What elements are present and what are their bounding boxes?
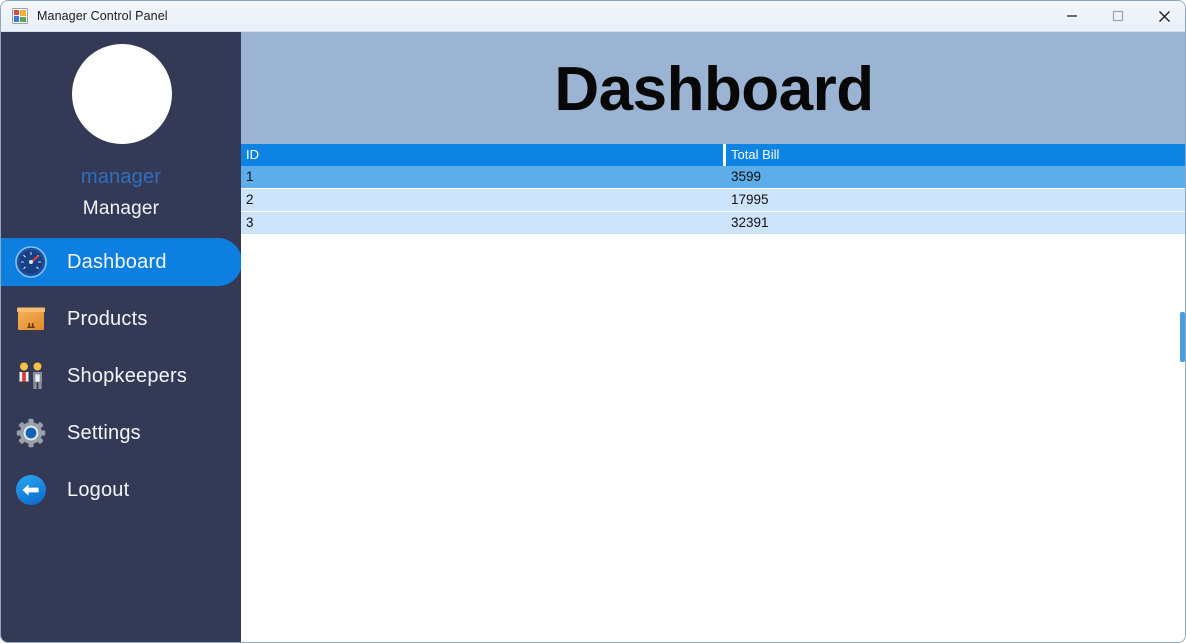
gear-icon [13,415,49,451]
page-header: Dashboard [241,32,1185,144]
column-header-total-bill[interactable]: Total Bill [726,144,1185,166]
table-row[interactable]: 2 17995 [241,189,1185,211]
row-divider [241,234,1185,235]
cell-total-bill: 17995 [731,192,769,207]
close-button[interactable] [1141,1,1185,31]
cell-total-bill: 3599 [731,169,762,184]
application-window: Manager Control Panel manager Manager Da… [0,0,1186,643]
sidebar-user-role: Manager [82,198,160,219]
sidebar-item-logout[interactable]: Logout [1,466,241,514]
window-title: Manager Control Panel [37,9,168,23]
maximize-button[interactable] [1095,1,1141,31]
sidebar-item-label: Dashboard [67,250,167,273]
two-people-icon [13,358,49,394]
cell-total-bill: 32391 [731,215,769,230]
cell-id: 2 [246,192,254,207]
grid-header-row: ID Total Bill [241,144,1185,166]
logout-arrow-icon [13,472,49,508]
sidebar-item-label: Settings [67,421,141,444]
scrollbar-thumb[interactable] [1180,312,1185,362]
sidebar-item-label: Logout [67,478,130,501]
package-box-icon [13,301,49,337]
table-row[interactable]: 1 3599 [241,166,1185,188]
speedometer-icon [13,244,49,280]
avatar [72,44,172,144]
app-icon [12,8,28,24]
sidebar-item-shopkeepers[interactable]: Shopkeepers [1,352,241,400]
grid-body: 1 3599 2 17995 3 32391 [241,166,1185,235]
page-title: Dashboard [554,55,874,124]
vertical-scrollbar[interactable] [1180,32,1185,642]
sidebar-item-products[interactable]: Products [1,295,241,343]
sidebar-item-label: Shopkeepers [67,364,188,387]
cell-id: 1 [246,169,254,184]
sidebar: manager Manager Dashboard Products Shopk… [1,32,241,642]
main-content: Dashboard ID Total Bill 1 3599 2 17995 3… [241,32,1185,642]
sidebar-item-dashboard[interactable]: Dashboard [1,238,241,286]
sidebar-username: manager [80,166,162,188]
cell-id: 3 [246,215,254,230]
sidebar-item-settings[interactable]: Settings [1,409,241,457]
column-header-id[interactable]: ID [241,144,723,166]
table-row[interactable]: 3 32391 [241,212,1185,234]
title-bar: Manager Control Panel [1,1,1185,32]
minimize-button[interactable] [1049,1,1095,31]
sidebar-item-label: Products [67,307,148,330]
orders-data-grid[interactable]: ID Total Bill 1 3599 2 17995 3 32391 [241,144,1185,235]
